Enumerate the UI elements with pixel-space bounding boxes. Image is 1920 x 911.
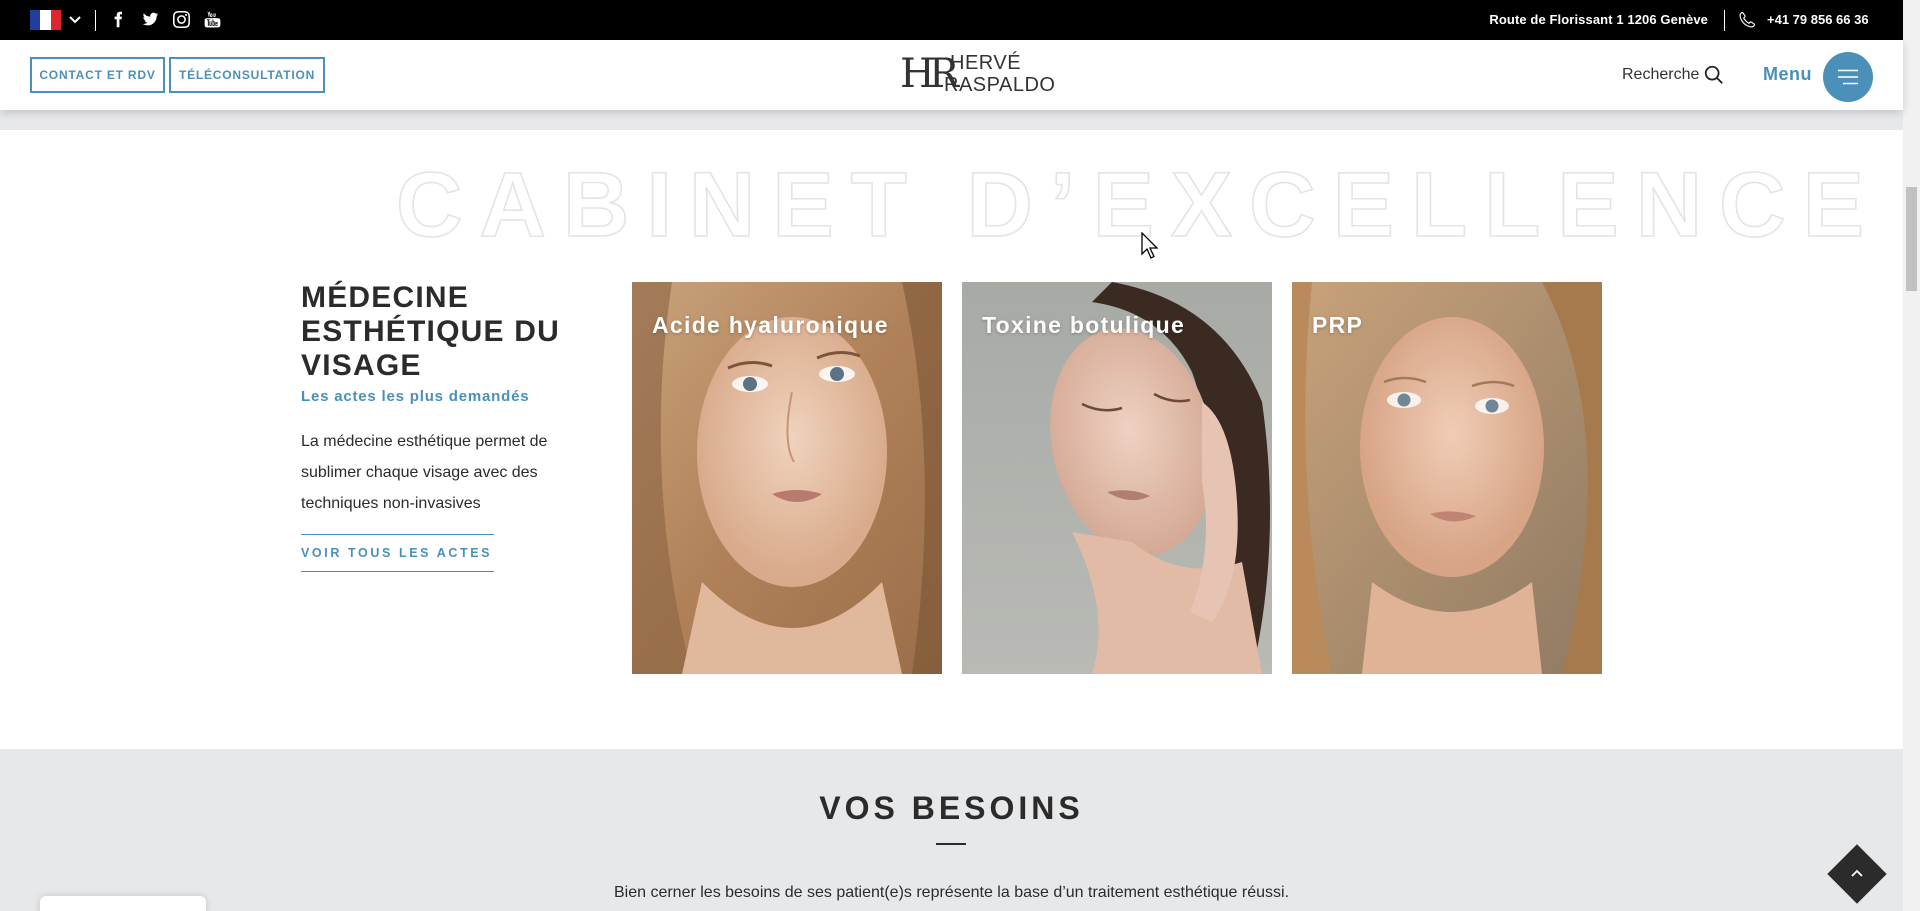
menu-button[interactable]: [1823, 52, 1873, 102]
youtube-icon[interactable]: [202, 9, 222, 29]
teleconsultation-button[interactable]: TÉLÉCONSULTATION: [169, 57, 325, 93]
card-title: PRP: [1312, 312, 1364, 338]
chevron-up-icon: [1851, 869, 1863, 877]
search-button[interactable]: Recherche: [1622, 64, 1725, 86]
title-underline: [936, 843, 966, 845]
treatment-card[interactable]: Toxine botulique: [962, 282, 1272, 674]
search-icon: [1705, 65, 1724, 84]
address-text: Route de Florissant 1 1206 Genève: [1489, 12, 1708, 27]
scrollbar-track[interactable]: [1903, 0, 1920, 911]
needs-text: Bien cerner les besoins de ses patient(e…: [613, 884, 1290, 901]
site-header: CONTACT ET RDV TÉLÉCONSULTATION HR HERVÉ…: [0, 40, 1903, 110]
facebook-icon[interactable]: [108, 9, 128, 29]
site-logo[interactable]: HR HERVÉ RASPALDO: [900, 51, 1055, 97]
treatment-card[interactable]: PRP: [1292, 282, 1602, 674]
portrait-image: [632, 282, 942, 674]
french-flag-icon[interactable]: [30, 10, 61, 30]
search-label: Recherche: [1622, 66, 1700, 83]
section-title: MÉDECINE ESTHÉTIQUE DU VISAGE: [301, 281, 560, 382]
divider: [1724, 10, 1725, 31]
section-divider-band: [0, 110, 1903, 130]
section-subtitle: Les actes les plus demandés: [301, 388, 530, 405]
phone-icon: [1739, 11, 1756, 28]
contact-rdv-button[interactable]: CONTACT ET RDV: [30, 57, 165, 93]
top-bar: Route de Florissant 1 1206 Genève +41 79…: [0, 0, 1903, 40]
see-all-link[interactable]: VOIR TOUS LES ACTES: [301, 534, 494, 572]
portrait-image: [962, 282, 1272, 674]
treatment-card[interactable]: Acide hyaluronique: [632, 282, 942, 674]
scrollbar-thumb[interactable]: [1906, 187, 1917, 291]
logo-line-2: RASPALDO: [944, 74, 1056, 96]
card-title: Toxine botulique: [982, 312, 1186, 338]
section-description: La médecine esthétique permet de sublime…: [301, 433, 548, 512]
menu-label[interactable]: Menu: [1763, 64, 1812, 85]
outline-heading: CABINET D’EXCELLENCE: [395, 153, 1881, 257]
mouse-cursor-icon: [1141, 232, 1159, 259]
portrait-image: [1292, 282, 1602, 674]
hamburger-icon: [1838, 69, 1858, 85]
instagram-icon[interactable]: [171, 9, 191, 29]
logo-line-1: HERVÉ: [950, 52, 1022, 74]
floating-widget[interactable]: [40, 896, 206, 911]
twitter-icon[interactable]: [140, 9, 160, 29]
card-title: Acide hyaluronique: [652, 312, 889, 338]
chevron-down-icon[interactable]: [68, 10, 82, 30]
phone-number[interactable]: +41 79 856 66 36: [1767, 12, 1869, 27]
needs-title: VOS BESOINS: [819, 790, 1084, 826]
divider: [95, 10, 96, 31]
